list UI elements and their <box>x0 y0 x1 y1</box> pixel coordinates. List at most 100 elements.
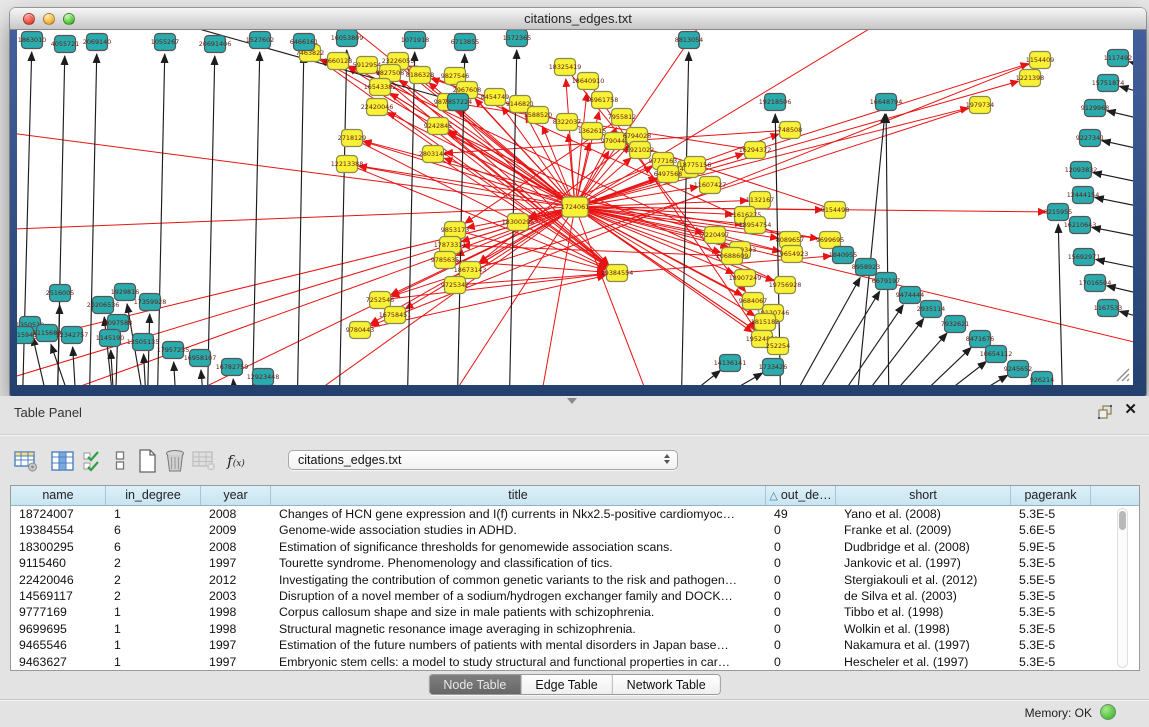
network-node[interactable]: 1221398 <box>1016 70 1044 87</box>
network-node[interactable]: 7955812 <box>608 109 636 126</box>
network-node[interactable]: 926214 <box>1030 372 1054 386</box>
network-node[interactable]: 6466161 <box>290 34 318 51</box>
network-node[interactable]: 1527602 <box>246 32 274 49</box>
show-column-icon[interactable] <box>48 447 76 475</box>
network-node[interactable]: 4055721 <box>51 36 79 53</box>
network-node[interactable]: 1863010 <box>18 32 46 49</box>
network-node[interactable]: 1840955 <box>829 247 857 264</box>
network-node[interactable]: 1117492 <box>1104 50 1132 67</box>
network-node[interactable]: 9245652 <box>1004 361 1032 378</box>
network-node[interactable]: 1588520 <box>524 107 552 124</box>
network-node[interactable]: 8186328 <box>406 67 434 84</box>
table-row[interactable]: 977716911998Corpus callosum shape and si… <box>11 604 1139 620</box>
network-node[interactable]: 18640910 <box>572 73 605 90</box>
new-column-icon[interactable] <box>133 447 161 475</box>
network-node[interactable]: 8215955 <box>1044 204 1072 221</box>
delete-column-icon[interactable] <box>161 447 189 475</box>
network-node[interactable]: 9242845 <box>424 118 452 135</box>
network-node[interactable]: 2803144 <box>419 146 447 163</box>
column-header-short[interactable]: short <box>836 486 1011 505</box>
close-panel-icon[interactable]: ✕ <box>1124 402 1137 418</box>
network-node[interactable]: 12213388 <box>331 156 364 173</box>
network-node[interactable]: 5921022 <box>626 142 654 159</box>
table-mode-icon[interactable] <box>12 447 40 475</box>
network-node[interactable]: 18325419 <box>549 59 582 76</box>
network-node[interactable]: 15751874 <box>1092 75 1125 92</box>
network-node[interactable]: 1167533 <box>1094 300 1122 317</box>
network-node[interactable]: 16053809 <box>331 30 364 47</box>
table-row[interactable]: 2242004622012Investigating the contribut… <box>11 572 1139 588</box>
network-node[interactable]: 1145190 <box>96 330 124 347</box>
network-node[interactable]: 14136141 <box>714 355 747 372</box>
network-node[interactable]: 2935114 <box>917 301 945 318</box>
network-node[interactable]: 6679197 <box>872 273 900 290</box>
scrollbar-thumb[interactable] <box>1119 511 1126 530</box>
network-node[interactable]: 1055267 <box>151 34 179 51</box>
network-canvas[interactable]: 1724061746382286601285912954232260559827… <box>17 30 1133 385</box>
network-node[interactable]: 20691406 <box>199 36 232 53</box>
tab-node-table[interactable]: Node Table <box>429 675 521 694</box>
network-node[interactable]: 19756928 <box>769 277 802 294</box>
row-height-icon[interactable] <box>106 447 134 475</box>
column-header-out_de[interactable]: △out_de… <box>766 486 836 505</box>
splitter-grip-icon[interactable] <box>567 398 577 404</box>
network-node[interactable]: 1724061 <box>561 197 589 217</box>
network-node[interactable]: 1154409 <box>1026 52 1054 69</box>
table-row[interactable]: 1830029562008Estimation of significance … <box>11 539 1139 555</box>
float-window-icon[interactable] <box>1097 404 1113 420</box>
table-scrollbar[interactable] <box>1117 508 1128 668</box>
delete-table-icon[interactable] <box>190 447 218 475</box>
tab-network-table[interactable]: Network Table <box>613 675 720 694</box>
network-node[interactable]: 8958923 <box>852 259 880 276</box>
network-node[interactable]: 16210643 <box>1064 217 1097 234</box>
window-titlebar[interactable]: citations_edges.txt <box>10 8 1146 30</box>
table-row[interactable]: 911546021997Tourette syndrome. Phenomeno… <box>11 555 1139 571</box>
network-node[interactable]: 9227341 <box>1076 130 1104 147</box>
network-node[interactable]: 7932621 <box>941 316 969 333</box>
table-row[interactable]: 969969511998Structural magnetic resonanc… <box>11 621 1139 637</box>
network-node[interactable]: 16961758 <box>586 92 619 109</box>
network-node[interactable]: 7220497 <box>701 227 729 244</box>
table-row[interactable]: 946554611997Estimation of the future num… <box>11 637 1139 653</box>
network-node[interactable]: 12444154 <box>1067 187 1100 204</box>
network-node[interactable]: 9780443 <box>346 322 374 339</box>
network-node[interactable]: 11607427 <box>694 177 727 194</box>
network-node[interactable]: 7857224 <box>444 94 472 111</box>
table-row[interactable]: 1456911722003Disruption of a novel membe… <box>11 588 1139 604</box>
table-row[interactable]: 1872400712008Changes of HCN gene express… <box>11 506 1139 522</box>
network-node[interactable]: 1733426 <box>759 359 787 376</box>
network-node[interactable]: 16782759 <box>216 359 249 376</box>
minimize-window-button[interactable] <box>43 13 55 25</box>
network-node[interactable]: 8660128 <box>324 53 352 70</box>
table-selector-dropdown[interactable]: citations_edges.txt <box>288 450 678 470</box>
column-header-in_degree[interactable]: in_degree <box>106 486 201 505</box>
memory-status-indicator[interactable] <box>1100 704 1116 720</box>
network-node[interactable]: 9129968 <box>1081 100 1109 117</box>
network-node[interactable]: 1071918 <box>401 32 429 49</box>
network-node[interactable]: 748508 <box>778 122 802 139</box>
network-node[interactable]: 19218506 <box>759 94 792 111</box>
network-node[interactable]: 13505135 <box>127 334 160 351</box>
function-builder-icon[interactable]: f(x) <box>222 447 250 475</box>
network-node[interactable]: 9725342 <box>441 277 469 294</box>
table-row[interactable]: 946362711997Embryonic stem cells: a mode… <box>11 654 1139 670</box>
network-node[interactable]: 16648794 <box>870 94 903 111</box>
column-header-name[interactable]: name <box>11 486 106 505</box>
network-node[interactable]: 17016504 <box>1079 275 1112 292</box>
network-node[interactable]: 16294372 <box>739 142 772 159</box>
column-header-pagerank[interactable]: pagerank <box>1011 486 1091 505</box>
network-node[interactable]: 2069140 <box>83 34 111 51</box>
network-node[interactable]: 2718129 <box>338 130 366 147</box>
network-node[interactable]: 1572365 <box>503 30 531 47</box>
zoom-window-button[interactable] <box>63 13 75 25</box>
network-node[interactable]: 12923448 <box>247 369 280 386</box>
network-node[interactable]: 6713855 <box>451 34 479 51</box>
network-node[interactable]: 1979734 <box>966 97 994 114</box>
network-node[interactable]: 12093832 <box>1065 162 1098 179</box>
column-selection-icon[interactable] <box>78 447 106 475</box>
resize-grip-icon[interactable] <box>1114 366 1130 382</box>
network-node[interactable]: 15692971 <box>1068 249 1101 266</box>
tab-edge-table[interactable]: Edge Table <box>521 675 612 694</box>
table-row[interactable]: 1938455462009Genome-wide association stu… <box>11 522 1139 538</box>
network-node[interactable]: 9474444 <box>896 287 924 304</box>
